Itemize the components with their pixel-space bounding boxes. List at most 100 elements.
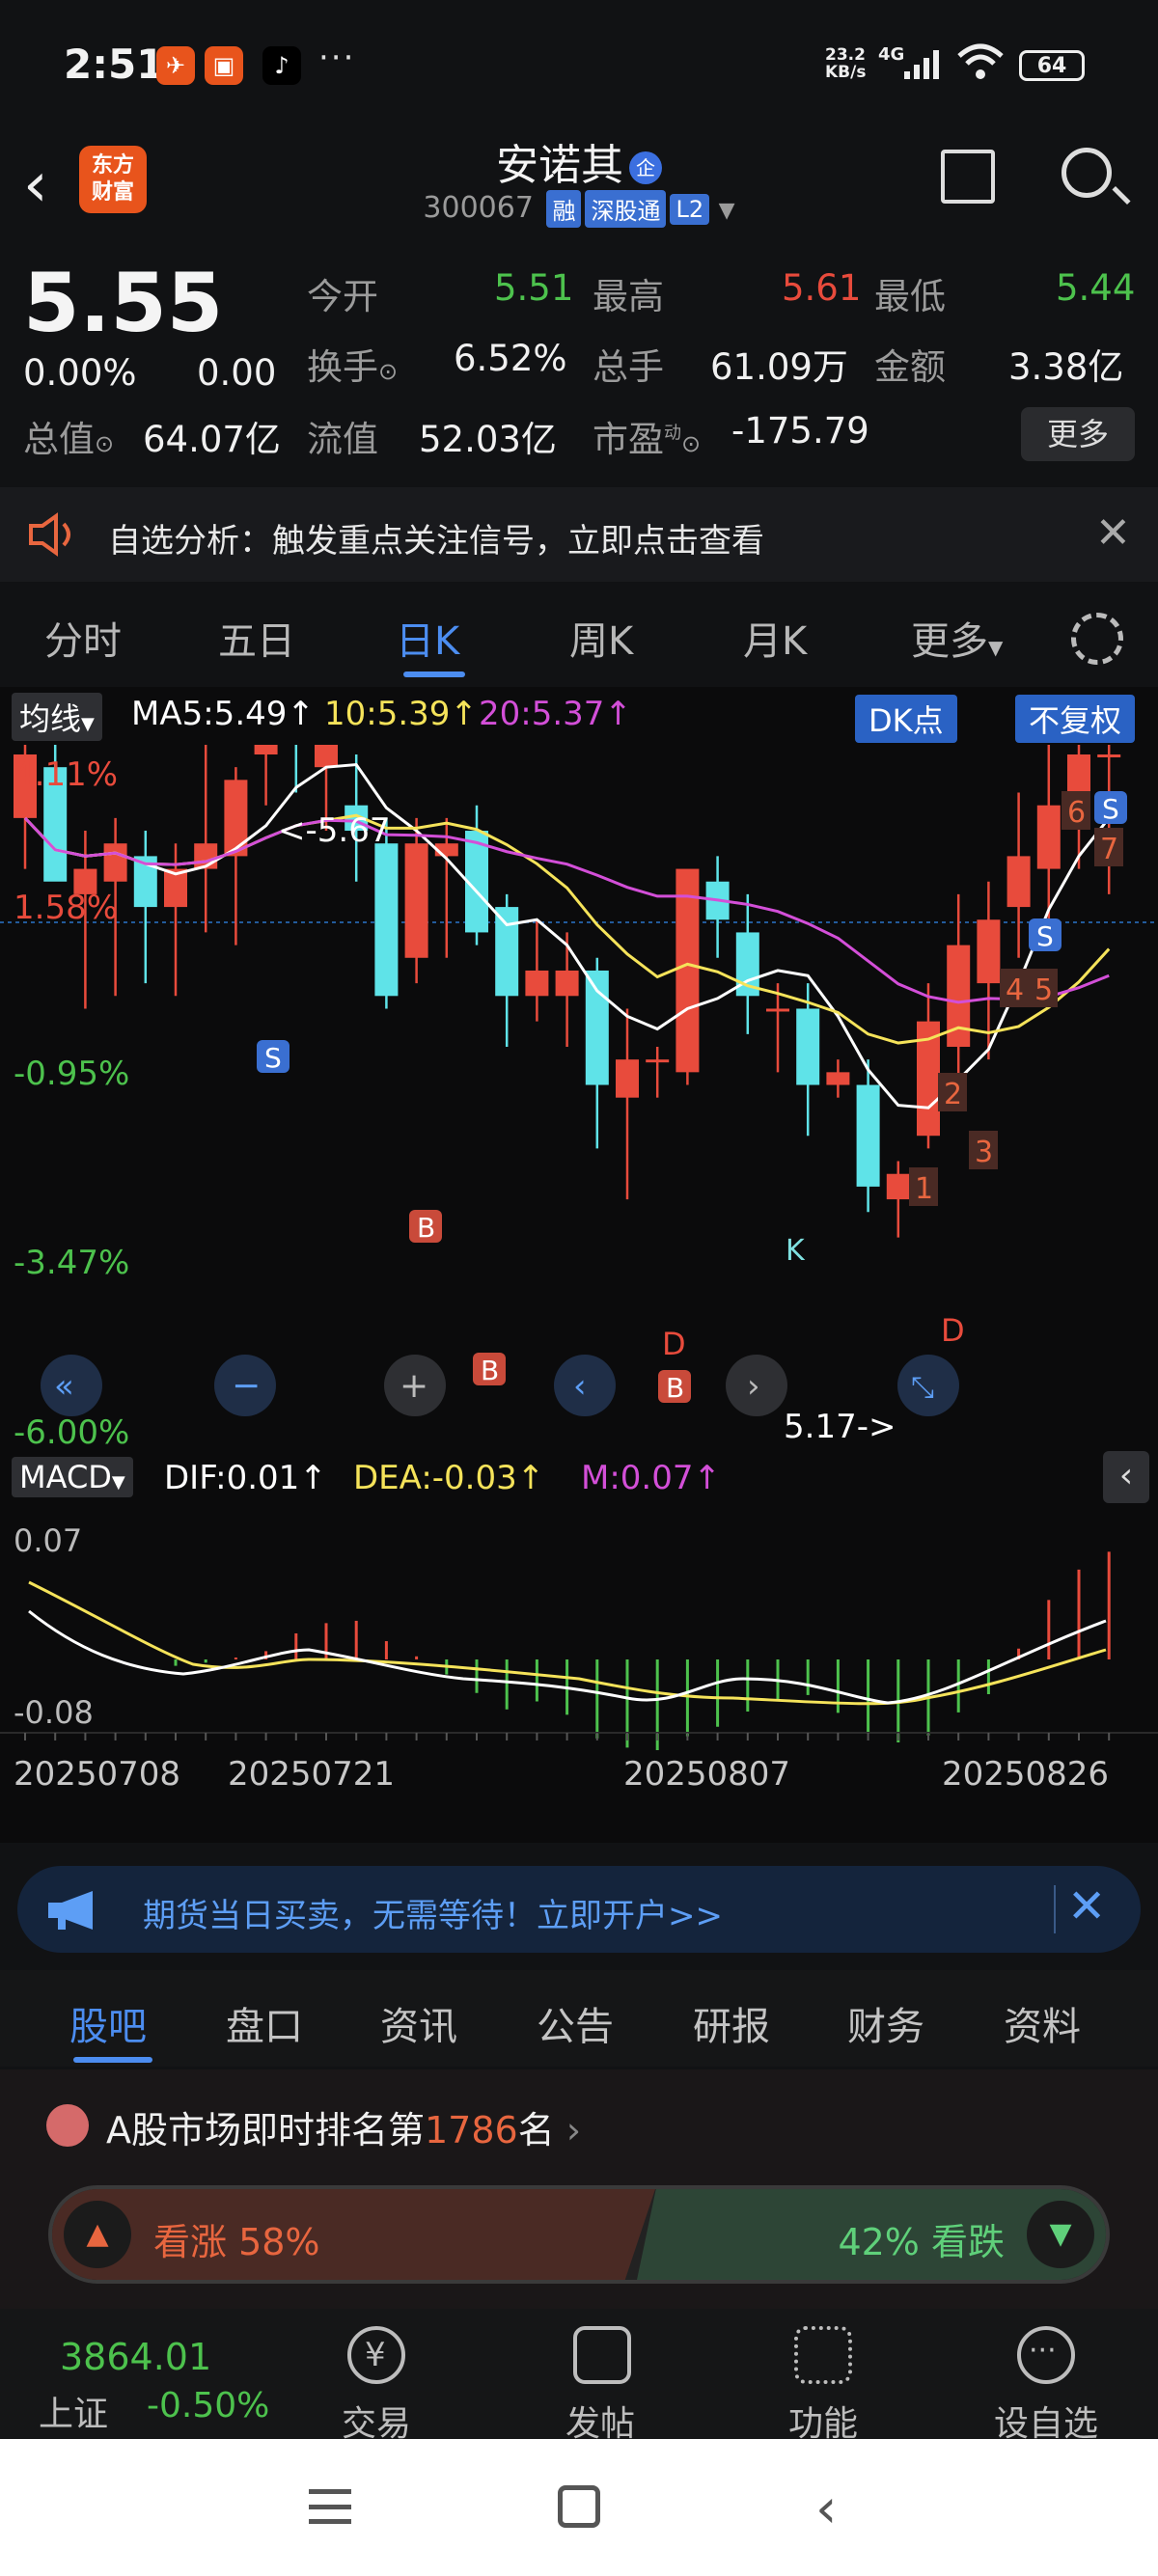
down-arrow-icon[interactable]: ▼ (1027, 2201, 1094, 2268)
ad-text: 期货当日买卖，无需等待！立即开户>> (143, 1897, 723, 1935)
rank-suffix: 名 (517, 2109, 555, 2151)
tab-announcements[interactable]: 公告 (537, 1995, 614, 2051)
adjust-button[interactable]: 不复权 (1015, 695, 1136, 743)
buy-marker[interactable]: B (658, 1370, 691, 1404)
tab-monthly-k[interactable]: 月K (743, 610, 807, 666)
seq-label: 2 (944, 1078, 962, 1111)
bullish-bar[interactable] (52, 2189, 655, 2280)
scroll-right-button[interactable]: › (726, 1355, 787, 1416)
caret-down-icon: ▼ (81, 714, 95, 734)
tab-profile[interactable]: 资料 (1004, 1995, 1081, 2051)
pe-label[interactable]: 市盈动⊙ (593, 410, 701, 462)
tab-intraday[interactable]: 分时 (44, 610, 122, 666)
turnover-label[interactable]: 换手⊙ (307, 338, 398, 390)
mcap-value: 64.07亿 (143, 419, 281, 460)
buy-marker[interactable]: B (409, 1210, 442, 1244)
close-icon[interactable]: ✕ (1067, 1879, 1106, 1933)
turnover-label-text: 换手 (307, 346, 378, 388)
analysis-notice[interactable]: 自选分析：触发重点关注信号，立即点击查看 ✕ (0, 487, 1158, 582)
tab-weekly-k[interactable]: 周K (569, 610, 633, 666)
rank-section: A股市场即时排名第1786名 › ▲ 看涨 58% 42% 看跌 ▼ (0, 2069, 1158, 2311)
y-label-4: -3.47% (14, 1244, 129, 1282)
collapse-button[interactable]: ‹ (1103, 1451, 1149, 1503)
zoom-out-button[interactable]: − (214, 1355, 276, 1416)
tab-guba[interactable]: 股吧 (69, 1995, 147, 2051)
candle-body (1006, 856, 1031, 908)
tab-daily-k[interactable]: 日K (396, 610, 459, 666)
edit-icon (573, 2326, 631, 2384)
rank-prefix: A股市场即时排名第 (106, 2109, 425, 2151)
app-root: 2:51 ✈ ▣ ♪ ··· 23.2 KB/s 4G 64 ‹ 东方 财富 安… (0, 0, 1158, 2576)
sell-marker-label: S (1102, 793, 1119, 825)
up-arrow-icon[interactable]: ▲ (64, 2201, 131, 2268)
ma5-value: MA5:5.49↑ (131, 695, 315, 733)
divider (1054, 1885, 1056, 1933)
index-value: 3864.01 (60, 2336, 212, 2378)
futures-ad-banner[interactable]: 期货当日买卖，无需等待！立即开户>> ✕ (17, 1866, 1141, 1953)
tab-five-day[interactable]: 五日 (218, 610, 295, 666)
rank-title[interactable]: A股市场即时排名第1786名 › (106, 2100, 581, 2153)
amount-value: 3.38亿 (1008, 346, 1124, 388)
scroll-left-fast-button[interactable]: « (41, 1355, 102, 1416)
dk-point-button[interactable]: DK点 (855, 695, 957, 743)
y-label-top: 4.11% (14, 755, 118, 794)
app-notify-icon: ✈ (156, 46, 195, 85)
close-icon[interactable]: ✕ (1095, 508, 1131, 558)
buy-marker-label: B (481, 1355, 499, 1386)
tab-news[interactable]: 资讯 (380, 1995, 457, 2051)
change-pct: 0.00% (23, 352, 137, 394)
search-icon[interactable] (1062, 148, 1112, 198)
back-icon[interactable]: ‹ (815, 2478, 837, 2540)
m-value: M:0.07↑ (581, 1459, 721, 1497)
stock-header: ‹ 东方 财富 安诺其企 300067 融深股通 L2 ▼ (0, 130, 1158, 241)
macd-select-button[interactable]: MACD▼ (12, 1457, 133, 1497)
more-button[interactable]: 更多 (1021, 407, 1135, 461)
info-icon[interactable]: ⊙ (378, 358, 398, 385)
gear-icon[interactable] (1071, 613, 1123, 665)
signal-icon (904, 50, 939, 79)
info-icon[interactable]: ⊙ (681, 430, 701, 457)
more-notifications-icon: ··· (318, 39, 356, 77)
status-bar: 2:51 ✈ ▣ ♪ ··· 23.2 KB/s 4G 64 (0, 0, 1158, 130)
chevron-right-icon: › (565, 2109, 582, 2151)
tab-research[interactable]: 研报 (693, 1995, 770, 2051)
sell-marker[interactable]: S (1029, 918, 1062, 952)
zoom-in-button[interactable]: + (384, 1355, 446, 1416)
sell-marker-label: S (1036, 920, 1054, 952)
svg-text:›: › (747, 1367, 760, 1406)
pe-value: -175.79 (731, 410, 869, 452)
sell-marker[interactable]: S (1094, 791, 1127, 825)
info-icon[interactable]: ⊙ (95, 430, 114, 457)
macd-select-label: MACD (19, 1459, 112, 1495)
date-label: 20250807 (623, 1755, 790, 1794)
home-icon[interactable] (558, 2485, 600, 2528)
buy-marker-label: B (666, 1372, 684, 1404)
tab-more[interactable]: 更多▼ (911, 610, 1003, 666)
seq-marker: 4 (1000, 969, 1029, 1007)
float-label: 流值 (307, 419, 378, 460)
share-icon[interactable] (941, 150, 995, 204)
tab-pankou[interactable]: 盘口 (226, 1995, 303, 2051)
sell-marker[interactable]: S (257, 1040, 290, 1074)
fullscreen-button[interactable]: ⤡ (897, 1355, 959, 1416)
buy-marker-label: B (417, 1212, 435, 1244)
low-label: 最低 (874, 276, 946, 317)
buy-marker[interactable]: B (473, 1353, 506, 1386)
mcap-label[interactable]: 总值⊙ (23, 410, 114, 462)
candlestick-svg[interactable]: 4.11% 1.58% -0.95% -3.47% -6.00% <-5.67 … (0, 745, 1158, 1449)
recents-icon[interactable] (309, 2489, 351, 2524)
chevron-down-icon[interactable]: ▼ (719, 199, 735, 223)
scroll-left-button[interactable]: ‹ (554, 1355, 616, 1416)
high-value: 5.61 (782, 267, 862, 309)
ma10-value: 10:5.39↑ (324, 695, 478, 733)
stock-code: 300067 (423, 191, 534, 225)
y-label-3: -0.95% (14, 1055, 129, 1093)
high-label: 最高 (593, 276, 664, 317)
candle-body (315, 745, 338, 768)
ma-select-button[interactable]: 均线▼ (12, 693, 102, 741)
d-marker: D (662, 1326, 686, 1362)
kline-chart[interactable]: 均线▼ MA5:5.49↑ 10:5.39↑ 20:5.37↑ DK点 不复权 … (0, 687, 1158, 1843)
seq-marker: 5 (1029, 969, 1058, 1007)
tab-finance[interactable]: 财务 (847, 1995, 924, 2051)
candle-body (1036, 805, 1061, 869)
